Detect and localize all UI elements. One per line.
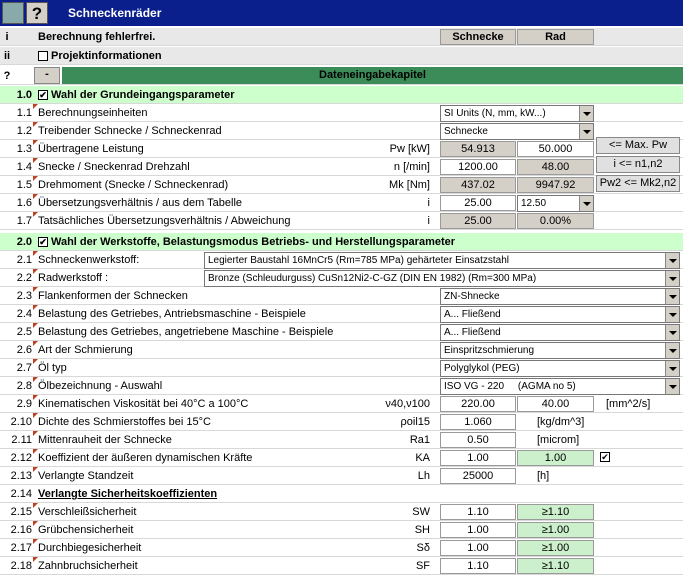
row-2-9: 2.9 Kinematischen Viskosität bei 40°C a … [0,395,683,413]
bending-safety-input[interactable]: 1.10 [440,558,516,574]
chevron-down-icon[interactable] [579,106,593,121]
roughness-input[interactable]: 0.50 [440,432,516,448]
row-2-5: 2.5 Belastung des Getriebes, angetrieben… [0,323,683,341]
section-1-title: Wahl der Grundeingangsparameter [51,89,235,101]
row-2-17: 2.17 Durchbiegesicherheit Sδ 1.00 ≥1.00 [0,539,683,557]
chevron-down-icon[interactable] [665,289,679,304]
torque-wheel: 9947.92 [517,177,594,193]
status-row: i Berechnung fehlerfrei. Schnecke Rad [0,28,683,46]
flank-form-select[interactable]: ZN-Shnecke [440,288,680,305]
chevron-down-icon[interactable] [665,271,679,286]
chevron-down-icon[interactable] [579,124,593,139]
row-2-2: 2.2 Radwerkstoff : Bronze (Schleudurguss… [0,269,683,287]
row-2-1: 2.1 Schneckenwerkstoff: Legierter Bausta… [0,251,683,269]
col-header-wheel: Rad [517,29,594,45]
max-power-button[interactable]: <= Max. Pw [596,137,680,154]
row-1-1: 1.1 Berechnungseinheiten SI Units (N, mm… [0,104,683,122]
project-info-label: Projektinformationen [51,50,162,62]
units-select[interactable]: SI Units (N, mm, kW...) [440,105,594,122]
row-2-3: 2.3 Flankenformen der Schnecken ZN-Shnec… [0,287,683,305]
row-2-4: 2.4 Belastung des Getriebes, Antriebsmas… [0,305,683,323]
project-info-row: ii Projektinformationen [0,47,683,65]
row-1-5: 1.5 Drehmoment (Snecke / Schneckenrad) M… [0,176,683,194]
power-from-torque-button[interactable]: Pw2 <= Mk2,n2 [596,175,680,192]
power-worm: 54.913 [440,141,516,157]
row-1-6: 1.6 Übersetzungsverhältnis / aus dem Tab… [0,194,683,212]
section-2-checkbox[interactable]: ✔ [38,237,48,248]
chapter-row: ? - Dateneingabekapitel [0,67,683,85]
chevron-down-icon[interactable] [665,307,679,322]
viscosity-40-input[interactable]: 220.00 [440,396,516,412]
row-1-3: 1.3 Übertragene Leistung Pw [kW] 54.913 … [0,140,683,158]
ratio-table-select[interactable]: 12.50 [517,195,594,212]
ka-worm-input[interactable]: 1.00 [440,450,516,466]
row-2-13: 2.13 Verlangte Standzeit Lh 25000 [h] [0,467,683,485]
oil-density-input[interactable]: 1.060 [440,414,516,430]
ka-link-checkbox[interactable]: ✔ [600,452,610,462]
oil-designation-select[interactable]: ISO VG - 220 (AGMA no 5) [440,378,680,395]
row-2-15: 2.15 Verschleißsicherheit SW 1.10 ≥1.10 [0,503,683,521]
chevron-down-icon[interactable] [665,343,679,358]
row-1-2: 1.2 Treibender Schnecke / Schneckenrad S… [0,122,683,140]
section-1-checkbox[interactable]: ✔ [38,90,48,101]
wear-safety-input[interactable]: 1.10 [440,504,516,520]
row-2-8: 2.8 Ölbezeichnung - Auswahl ISO VG - 220… [0,377,683,395]
torque-worm: 437.02 [440,177,516,193]
row-2-10: 2.10 Dichte des Schmierstoffes bei 15°C … [0,413,683,431]
row-2-18: 2.18 Zahnbruchsicherheit SF 1.10 ≥1.10 [0,557,683,575]
ratio-input[interactable]: 25.00 [440,195,516,211]
app-icon[interactable] [2,2,24,24]
pitting-safety-result: ≥1.00 [517,522,594,538]
ka-wheel[interactable]: 1.00 [517,450,594,466]
wheel-material-select[interactable]: Bronze (Schleudurguss) CuSn12Ni2-C-GZ (D… [204,270,680,287]
speed-worm-input[interactable]: 1200.00 [440,159,516,175]
row-2-7: 2.7 Öl typ Polyglykol (PEG) [0,359,683,377]
worm-material-select[interactable]: Legierter Baustahl 16MnCr5 (Rm=785 MPa) … [204,252,680,269]
pitting-safety-input[interactable]: 1.00 [440,522,516,538]
row-2-6: 2.6 Art der Schmierung Einspritzschmieru… [0,341,683,359]
section-1-header: 1.0 ✔ Wahl der Grundeingangsparameter [0,86,683,104]
chapter-title: Dateneingabekapitel [62,67,683,84]
chevron-down-icon[interactable] [665,325,679,340]
row-2-16: 2.16 Grübchensicherheit SH 1.00 ≥1.00 [0,521,683,539]
speed-wheel: 48.00 [517,159,594,175]
deflection-safety-input[interactable]: 1.00 [440,540,516,556]
chevron-down-icon[interactable] [579,196,593,211]
ratio-deviation: 0.00% [517,213,594,229]
row-1-4: 1.4 Snecke / Sneckenrad Drehzahl n [/min… [0,158,683,176]
status-text: Berechnung fehlerfrei. [38,31,156,43]
section-2-header: 2.0 ✔ Wahl der Werkstoffe, Belastungsmodu… [0,233,683,251]
chevron-down-icon[interactable] [665,361,679,376]
col-header-worm: Schnecke [440,29,516,45]
row-2-12: 2.12 Koeffizient der äußeren dynamischen… [0,449,683,467]
viscosity-100-input[interactable]: 40.00 [517,396,594,412]
section-2-title: Wahl der Werkstoffe, Belastungsmodus Bet… [51,236,456,248]
power-wheel-input[interactable]: 50.000 [517,141,594,157]
title-bar: ? Schneckenräder [0,0,683,26]
driving-load-select[interactable]: A... Fließend [440,306,680,323]
row-2-14: 2.14 Verlangte Sicherheitskoeffizienten [0,485,683,503]
lubrication-type-select[interactable]: Einspritzschmierung [440,342,680,359]
chevron-down-icon[interactable] [665,379,679,394]
collapse-button[interactable]: - [34,67,60,84]
driver-select[interactable]: Schnecke [440,123,594,140]
row-2-11: 2.11 Mittenrauheit der Schnecke Ra1 0.50… [0,431,683,449]
window-title: Schneckenräder [68,6,162,20]
lifetime-input[interactable]: 25000 [440,468,516,484]
ratio-from-speeds-button[interactable]: i <= n1,n2 [596,156,680,173]
project-info-checkbox[interactable] [38,51,48,62]
oil-type-select[interactable]: Polyglykol (PEG) [440,360,680,377]
chevron-down-icon[interactable] [665,253,679,268]
row-1-7: 1.7 Tatsächliches Übersetzungsverhältnis… [0,212,683,230]
wear-safety-result: ≥1.10 [517,504,594,520]
help-button[interactable]: ? [26,2,48,24]
bending-safety-result: ≥1.10 [517,558,594,574]
actual-ratio: 25.00 [440,213,516,229]
chapter-help[interactable]: ? [0,70,14,82]
deflection-safety-result: ≥1.00 [517,540,594,556]
driven-load-select[interactable]: A... Fließend [440,324,680,341]
